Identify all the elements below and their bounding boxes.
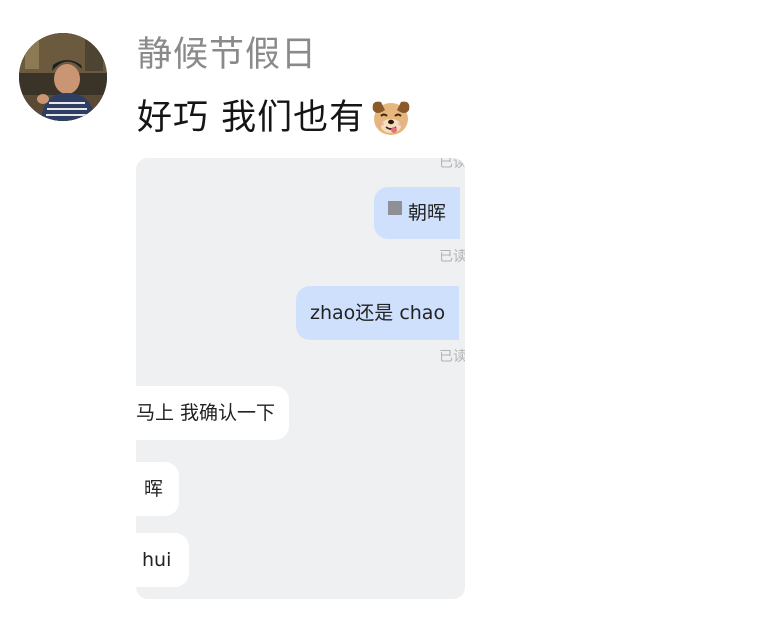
read-receipt: 已读	[439, 349, 465, 365]
message-text: 晖	[144, 478, 164, 500]
outgoing-message-bubble: zhao还是 chao	[296, 286, 460, 340]
avatar[interactable]	[19, 33, 107, 121]
chat-screenshot-image[interactable]: 已读 朝晖 已读 zhao还是 chao 已读 马上 我确认一下 晖 hui	[136, 158, 465, 599]
message-text: 好巧 我们也有	[137, 98, 366, 138]
avatar-photo	[19, 33, 107, 121]
message-text: hui	[142, 549, 172, 571]
incoming-message-bubble: 晖	[136, 462, 180, 516]
read-receipt: 已读	[439, 158, 465, 171]
incoming-message-bubble: hui	[136, 533, 190, 587]
dog-face-emoji-icon	[372, 101, 410, 135]
message-row: 好巧 我们也有	[137, 94, 415, 142]
message-text: zhao还是 chao	[310, 302, 446, 324]
read-receipt: 已读	[439, 249, 465, 265]
outgoing-message-bubble: 朝晖	[374, 187, 461, 239]
message-text: 马上 我确认一下	[136, 402, 276, 424]
username[interactable]: 静候节假日	[137, 33, 317, 77]
emoji-placeholder-icon	[388, 201, 402, 215]
message-text: 朝晖	[408, 202, 447, 224]
incoming-message-bubble: 马上 我确认一下	[136, 386, 290, 440]
